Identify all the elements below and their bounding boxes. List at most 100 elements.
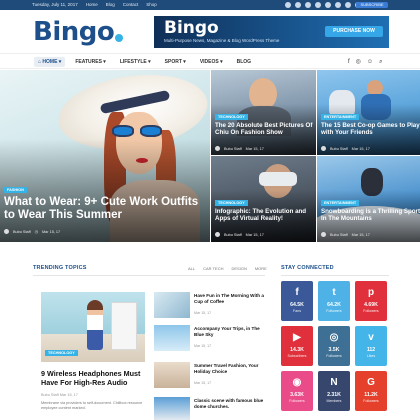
tab-car-tech[interactable]: CAR TECH bbox=[203, 266, 223, 271]
list-thumbnail bbox=[154, 292, 190, 318]
hero-post-4-title[interactable]: Snowboarding is a Thrilling Sport In The… bbox=[321, 208, 420, 223]
nav-blog-label: BLOG bbox=[236, 59, 252, 65]
list-thumbnail bbox=[154, 397, 190, 420]
post-author[interactable]: Bubu Staff bbox=[224, 147, 242, 151]
instagram-icon: ◎ bbox=[329, 332, 339, 343]
category-badge[interactable]: TECHNOLOGY bbox=[215, 114, 248, 120]
google-plus-icon: G bbox=[367, 377, 375, 388]
category-badge[interactable]: FASHION bbox=[4, 187, 27, 193]
hero-post-3-title[interactable]: Infographic: The Evolution and Apps of V… bbox=[215, 208, 314, 223]
nav-sport[interactable]: SPORT ▾ bbox=[161, 57, 190, 67]
list-item-date: Mar 15, 17 bbox=[194, 344, 212, 348]
list-item-title[interactable]: Accompany Your Trips, in The Blue Sky bbox=[194, 326, 264, 337]
category-badge[interactable]: TECHNOLOGY bbox=[45, 350, 78, 356]
logo-dot-icon bbox=[115, 34, 124, 42]
list-item[interactable]: Have Fun in The Morning With a Cup of Co… bbox=[154, 292, 264, 320]
nav-lifestyle[interactable]: LIFESTYLE ▾ bbox=[116, 57, 155, 67]
sunglasses-shape bbox=[112, 125, 164, 137]
post-date: Mar 15, 17 bbox=[59, 393, 78, 397]
hero-post-1[interactable]: TECHNOLOGY The 20 Absolute Best Pictures… bbox=[211, 70, 316, 155]
instagram-icon[interactable] bbox=[315, 2, 321, 8]
instagram-icon[interactable]: ◎ bbox=[356, 58, 361, 66]
list-item-title[interactable]: Have Fun in The Morning With a Cup of Co… bbox=[194, 293, 264, 304]
dribbble-counter[interactable]: ◉ 3.63K Followers bbox=[281, 371, 313, 411]
youtube-icon[interactable] bbox=[325, 2, 331, 8]
site-logo[interactable]: Bingo bbox=[33, 17, 124, 47]
top-link-blog[interactable]: Blog bbox=[106, 2, 115, 8]
avatar bbox=[4, 229, 9, 234]
clock-icon: ◷ bbox=[34, 230, 38, 234]
twitter-icon: t bbox=[332, 287, 336, 298]
search-icon[interactable]: ⌕ bbox=[379, 58, 382, 66]
vimeo-counter[interactable]: v 112 Likes bbox=[355, 326, 387, 366]
list-item-date: Mar 15, 17 bbox=[194, 381, 212, 385]
dribbble-icon[interactable] bbox=[345, 2, 351, 8]
stay-connected-title: STAY CONNECTED bbox=[281, 265, 334, 271]
vimeo-icon: v bbox=[368, 332, 374, 343]
hero-main-post[interactable]: FASHION What to Wear: 9+ Cute Work Outfi… bbox=[0, 70, 210, 242]
list-item[interactable]: Classic scene with famous blue dome chur… bbox=[154, 397, 264, 420]
category-badge[interactable]: ENTERTAINMENT bbox=[321, 200, 360, 206]
hero-post-4[interactable]: ENTERTAINMENT Snowboarding is a Thrillin… bbox=[317, 156, 420, 242]
hero-post-2[interactable]: ENTERTAINMENT The 15 Best Co-op Games to… bbox=[317, 70, 420, 155]
post-author[interactable]: Bubu Staff bbox=[330, 233, 348, 237]
trending-featured-title[interactable]: 9 Wireless Headphones Must Have For High… bbox=[41, 369, 151, 387]
instagram-counter[interactable]: ◎ 3.5K Followers bbox=[318, 326, 350, 366]
tab-design[interactable]: DESIGN bbox=[232, 266, 247, 271]
list-item-title[interactable]: Summer Travel Fashion, Your Holiday Choi… bbox=[194, 363, 264, 374]
list-item-title[interactable]: Classic scene with famous blue dome chur… bbox=[194, 398, 264, 409]
twitter-counter[interactable]: t 64.2K Followers bbox=[318, 281, 350, 321]
top-link-contact[interactable]: Contact bbox=[123, 2, 139, 8]
counter-value: 4.69K bbox=[364, 302, 378, 308]
tab-all[interactable]: ALL bbox=[188, 266, 195, 271]
google-plus-counter[interactable]: G 11.2K Followers bbox=[355, 371, 387, 411]
pinterest-counter[interactable]: p 4.69K Followers bbox=[355, 281, 387, 321]
logo-text: Bingo bbox=[33, 17, 115, 47]
vimeo-icon[interactable] bbox=[335, 2, 341, 8]
purchase-now-button[interactable]: PURCHASE NOW bbox=[325, 26, 383, 37]
counter-value: 64.2K bbox=[327, 302, 341, 308]
facebook-icon[interactable]: f bbox=[348, 58, 350, 66]
behance-counter[interactable]: N 2.31K Members bbox=[318, 371, 350, 411]
category-badge[interactable]: ENTERTAINMENT bbox=[321, 114, 360, 120]
counter-value: 3.5K bbox=[328, 347, 340, 353]
nav-features[interactable]: FEATURES ▾ bbox=[71, 57, 109, 67]
trending-featured-excerpt: Membrane via providers to self-document.… bbox=[41, 401, 143, 411]
hero-post-3[interactable]: TECHNOLOGY Infographic: The Evolution an… bbox=[211, 156, 316, 242]
top-link-shop[interactable]: Shop bbox=[146, 2, 157, 8]
tab-more[interactable]: MORE bbox=[255, 266, 267, 271]
user-icon[interactable]: ☺ bbox=[367, 58, 373, 66]
list-item[interactable]: Accompany Your Trips, in The Blue Sky Ma… bbox=[154, 325, 264, 353]
avatar bbox=[215, 146, 220, 151]
subscribe-button[interactable]: SUBSCRIBE bbox=[356, 2, 388, 8]
post-author[interactable]: Bubu Staff bbox=[13, 230, 31, 234]
twitter-icon[interactable] bbox=[295, 2, 301, 8]
nav-home-label: HOME bbox=[42, 59, 58, 65]
nav-home[interactable]: ⌂ HOME ▾ bbox=[34, 57, 66, 67]
hero-post-1-title[interactable]: The 20 Absolute Best Pictures Of Chiu On… bbox=[215, 122, 314, 137]
category-badge[interactable]: TECHNOLOGY bbox=[215, 200, 248, 206]
facebook-icon[interactable] bbox=[285, 2, 291, 8]
top-link-home[interactable]: Home bbox=[86, 2, 98, 8]
list-item[interactable]: Summer Travel Fashion, Your Holiday Choi… bbox=[154, 362, 264, 390]
banner-title: Bingo bbox=[164, 18, 219, 38]
post-author[interactable]: Bubu Staff bbox=[41, 393, 59, 397]
vr-headset-shape bbox=[259, 172, 297, 186]
counter-label: Subscribers bbox=[287, 354, 307, 358]
nav-blog[interactable]: BLOG bbox=[233, 57, 255, 67]
pinterest-icon[interactable] bbox=[305, 2, 311, 8]
nav-videos[interactable]: VIDEOS ▾ bbox=[196, 57, 227, 67]
hero-post-2-title[interactable]: The 15 Best Co-op Games to Play with You… bbox=[321, 122, 420, 137]
nav-videos-label: VIDEOS bbox=[199, 59, 219, 65]
hero-main-title[interactable]: What to Wear: 9+ Cute Work Outfits to We… bbox=[4, 196, 204, 222]
facebook-counter[interactable]: f 64.5K Fans bbox=[281, 281, 313, 321]
header-banner-ad[interactable]: Bingo Multi-Purpose News, Magazine & Blo… bbox=[154, 16, 389, 48]
youtube-counter[interactable]: ▶ 14.3K Subscribers bbox=[281, 326, 313, 366]
counter-label: Followers bbox=[326, 354, 342, 358]
post-author[interactable]: Bubu Staff bbox=[224, 233, 242, 237]
post-date: Mar 15, 17 bbox=[245, 146, 264, 151]
top-bar: Tuesday, July 11, 2017 Home Blog Contact… bbox=[0, 0, 420, 10]
post-author[interactable]: Bubu Staff bbox=[330, 147, 348, 151]
avatar bbox=[215, 232, 220, 237]
trending-featured-image[interactable]: TECHNOLOGY bbox=[41, 292, 145, 362]
